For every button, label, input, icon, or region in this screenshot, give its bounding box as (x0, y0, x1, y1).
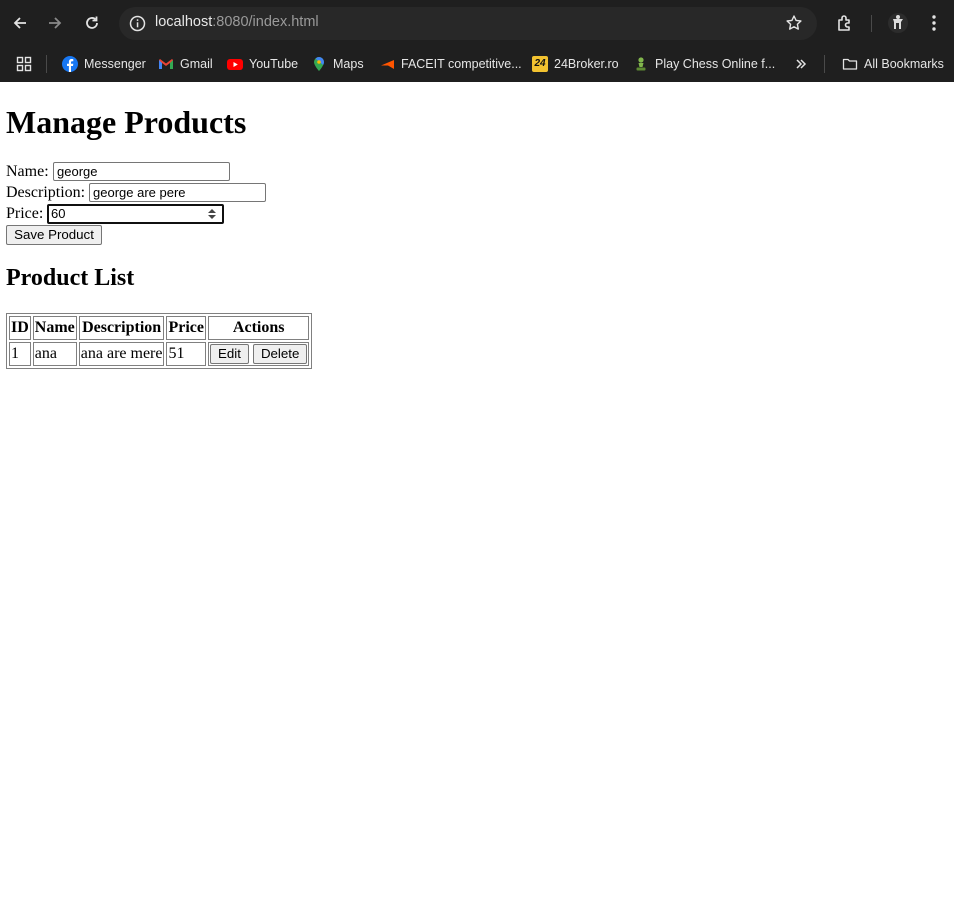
description-row: Description: (6, 183, 266, 203)
back-icon[interactable] (6, 9, 34, 37)
cell-id: 1 (9, 342, 31, 366)
bookmark-label: Play Chess Online f... (655, 57, 776, 71)
chess-icon (633, 56, 649, 72)
name-input[interactable] (53, 162, 230, 181)
cell-name: ana (32, 342, 77, 366)
bookmark-label: Gmail (180, 57, 213, 71)
url-path: :8080/index.html (212, 14, 319, 30)
name-label: Name: (6, 163, 49, 180)
cell-description: ana are mere (78, 342, 165, 366)
delete-button[interactable]: Delete (252, 344, 308, 364)
edit-button[interactable]: Edit (210, 344, 249, 364)
column-header-actions: Actions (208, 316, 310, 340)
column-header-price: Price (166, 316, 207, 340)
faceit-icon (379, 56, 395, 72)
browser-toolbar: localhost:8080/index.html (0, 0, 954, 46)
price-value: 60 (51, 206, 66, 221)
bookmark-maps[interactable]: Maps (311, 46, 364, 82)
facebook-icon (62, 56, 78, 72)
table-header-row: ID Name Description Price Actions (9, 316, 310, 340)
url-host: localhost (155, 14, 213, 30)
maps-icon (311, 56, 327, 72)
broker-icon: 24 (532, 56, 548, 72)
bookmark-faceit[interactable]: FACEIT competitive... (379, 46, 522, 82)
bookmark-label: FACEIT competitive... (401, 57, 522, 71)
more-bookmarks-chevron-icon[interactable] (795, 46, 807, 82)
cell-actions: Edit Delete (208, 342, 310, 366)
name-row: Name: (6, 162, 230, 182)
bookmark-label: 24Broker.ro (554, 57, 619, 71)
url-text: localhost:8080/index.html (155, 14, 319, 30)
page-content: Manage Products Name: Description: Price… (0, 82, 954, 911)
column-header-id: ID (9, 316, 31, 340)
product-list-title: Product List (6, 265, 135, 291)
column-header-name: Name (32, 316, 77, 340)
description-input[interactable] (89, 183, 266, 202)
youtube-icon (227, 56, 243, 72)
toolbar-divider (871, 15, 872, 32)
bookmark-star-icon[interactable] (785, 14, 803, 32)
apps-grid-icon[interactable] (16, 46, 32, 82)
bookmark-messenger[interactable]: Messenger (62, 46, 146, 82)
bookmark-24broker[interactable]: 24 24Broker.ro (532, 46, 619, 82)
save-product-button[interactable]: Save Product (6, 225, 102, 245)
page-title: Manage Products (6, 104, 247, 140)
product-table: ID Name Description Price Actions 1 ana … (6, 313, 313, 369)
reload-icon[interactable] (78, 9, 106, 37)
column-header-description: Description (78, 316, 165, 340)
gmail-icon (158, 56, 174, 72)
bookmark-label: YouTube (249, 57, 299, 71)
extensions-icon[interactable] (831, 9, 859, 37)
price-label: Price: (6, 205, 44, 222)
bookmark-chess[interactable]: Play Chess Online f... (633, 46, 775, 82)
profile-avatar-icon[interactable] (884, 9, 912, 37)
bookmark-label: Messenger (84, 57, 146, 71)
price-input[interactable]: 60 (47, 204, 224, 224)
number-spinner-icon[interactable] (207, 208, 217, 220)
description-label: Description: (6, 184, 86, 201)
cell-price: 51 (166, 342, 207, 366)
site-info-icon[interactable] (128, 14, 147, 33)
bookmarks-bar: Messenger Gmail YouTube Maps FACEIT comp… (0, 46, 954, 82)
bookmark-youtube[interactable]: YouTube (227, 46, 298, 82)
bookmark-gmail[interactable]: Gmail (158, 46, 213, 82)
price-row: Price: 60 (6, 204, 224, 224)
forward-icon[interactable] (41, 9, 69, 37)
all-bookmarks-button[interactable]: All Bookmarks (842, 46, 944, 82)
address-bar[interactable]: localhost:8080/index.html (119, 7, 817, 40)
bookmarks-divider (824, 55, 825, 73)
folder-icon (842, 56, 858, 72)
table-row: 1 ana ana are mere 51 Edit Delete (9, 342, 310, 366)
bookmarks-divider (46, 55, 47, 73)
menu-kebab-icon[interactable] (920, 9, 948, 37)
bookmark-label: Maps (333, 57, 364, 71)
browser-chrome: localhost:8080/index.html Messenger Gmai… (0, 0, 954, 82)
all-bookmarks-label: All Bookmarks (864, 57, 944, 71)
